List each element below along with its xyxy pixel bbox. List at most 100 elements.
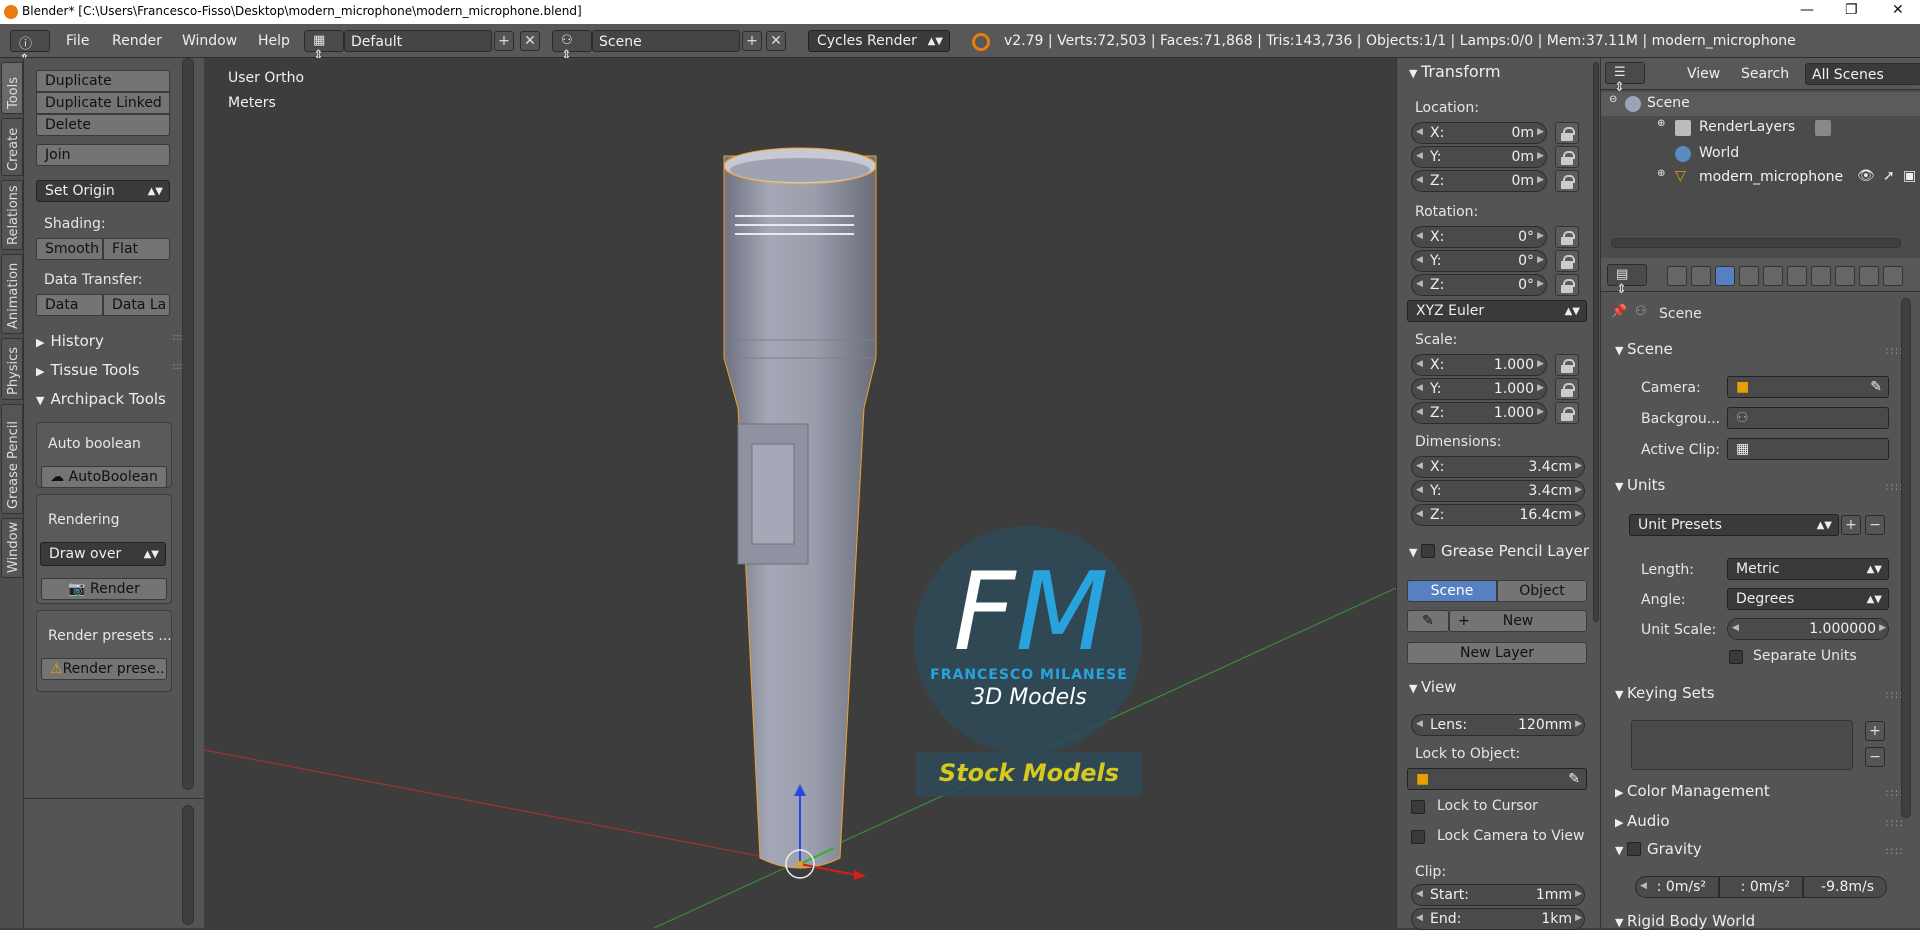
render-presets-button[interactable]: ⚠Render prese... [41, 658, 167, 680]
gp-pencil-icon[interactable]: ✎ [1407, 610, 1449, 632]
unit-scale-field[interactable]: ◀ 1.000000 ▶ [1727, 618, 1889, 640]
lock-scale-y-icon[interactable] [1555, 378, 1579, 400]
gravity-checkbox[interactable] [1626, 842, 1641, 856]
render-button[interactable]: 📷 Render [41, 578, 167, 600]
render-layers-tab-icon[interactable] [1691, 266, 1711, 286]
scale-x-field[interactable]: ◀ X: 1.000 ▶ [1411, 354, 1547, 376]
gravity-x-field[interactable]: ◀: 0m/s² [1635, 876, 1719, 898]
remove-screen-icon[interactable]: ✕ [520, 31, 540, 51]
tissue-tools-panel-header[interactable]: ▶ Tissue Tools:::: [36, 361, 186, 379]
dimensions-z-field[interactable]: ◀ Z: 16.4cm ▶ [1411, 504, 1585, 526]
gp-new-layer-button[interactable]: New Layer [1407, 642, 1587, 664]
tab-grease-pencil[interactable]: Grease Pencil [1, 404, 23, 514]
lens-field[interactable]: ◀ Lens: 120mm ▶ [1411, 714, 1585, 736]
tab-window[interactable]: Window [1, 518, 23, 578]
gp-object-button[interactable]: Object [1497, 580, 1587, 602]
lock-rotation-y-icon[interactable] [1555, 250, 1579, 272]
lock-location-x-icon[interactable] [1555, 122, 1579, 144]
menu-window[interactable]: Window [182, 33, 237, 49]
menu-help[interactable]: Help [258, 33, 290, 49]
camera-field[interactable]: ■ ✎ [1727, 376, 1889, 398]
texture-tab-icon[interactable] [1883, 266, 1903, 286]
screen-layout-field[interactable]: Default [344, 30, 492, 52]
tab-animation[interactable]: Animation [1, 254, 23, 334]
join-button[interactable]: Join [36, 144, 170, 166]
outliner-item-world[interactable]: World [1601, 142, 1920, 166]
close-window-button[interactable]: ✕ [1892, 2, 1904, 18]
angle-dropdown[interactable]: Degrees ▲▼ [1727, 588, 1889, 610]
clip-start-field[interactable]: ◀ Start: 1mm ▶ [1411, 884, 1585, 906]
remove-scene-icon[interactable]: ✕ [766, 31, 786, 51]
maximize-button[interactable]: ❐ [1845, 2, 1858, 18]
lock-to-object-field[interactable]: ■ ✎ [1407, 768, 1587, 790]
menu-render[interactable]: Render [112, 33, 162, 49]
remove-unit-preset-icon[interactable]: − [1865, 515, 1885, 535]
material-tab-icon[interactable] [1859, 266, 1879, 286]
clip-end-field[interactable]: ◀ End: 1km ▶ [1411, 908, 1585, 930]
outliner-menu-view[interactable]: View [1687, 66, 1720, 82]
active-clip-field[interactable]: ▦ [1727, 438, 1889, 460]
lock-rotation-z-icon[interactable] [1555, 274, 1579, 296]
rotation-mode-dropdown[interactable]: XYZ Euler ▲▼ [1407, 300, 1587, 322]
outliner-menu-search[interactable]: Search [1741, 66, 1789, 82]
grease-pencil-layer-header[interactable]: ▼ Grease Pencil Layer [1409, 542, 1599, 560]
outliner-editor-type-icon[interactable]: ☰ ⇕ [1605, 62, 1645, 95]
modifiers-tab-icon[interactable] [1811, 266, 1831, 286]
remove-keying-set-icon[interactable]: − [1865, 747, 1885, 767]
dimensions-x-field[interactable]: ◀ X: 3.4cm ▶ [1411, 456, 1585, 478]
lock-camera-checkbox[interactable] [1411, 830, 1425, 844]
length-dropdown[interactable]: Metric ▲▼ [1727, 558, 1889, 580]
lock-location-y-icon[interactable] [1555, 146, 1579, 168]
render-engine-dropdown[interactable]: Cycles Render ▲▼ [808, 30, 950, 52]
eyedropper-icon[interactable]: ✎ [1568, 771, 1580, 787]
draw-over-dropdown[interactable]: Draw over ▲▼ [40, 542, 166, 566]
visibility-eye-icon[interactable]: 👁 [1857, 168, 1875, 184]
rigid-body-world-panel-header[interactable]: ▼ Rigid Body World [1615, 912, 1755, 930]
scale-y-field[interactable]: ◀ Y: 1.000 ▶ [1411, 378, 1547, 400]
view-panel-header[interactable]: ▼ View [1409, 678, 1457, 696]
lock-scale-x-icon[interactable] [1555, 354, 1579, 376]
location-z-field[interactable]: ◀ Z: 0m ▶ [1411, 170, 1547, 192]
tab-relations[interactable]: Relations [1, 180, 23, 250]
selectability-cursor-icon[interactable]: ➚ [1883, 168, 1895, 184]
add-keying-set-icon[interactable]: + [1865, 721, 1885, 741]
transform-panel-header[interactable]: ▼ Transform [1409, 62, 1501, 81]
lock-rotation-x-icon[interactable] [1555, 226, 1579, 248]
add-screen-icon[interactable]: + [494, 31, 514, 51]
operator-panel-scrollbar[interactable] [182, 805, 194, 925]
grease-pencil-layer-checkbox[interactable] [1420, 544, 1435, 558]
rotation-z-field[interactable]: ◀ Z: 0° ▶ [1411, 274, 1547, 296]
keying-sets-panel-header[interactable]: ▼ Keying Sets [1615, 684, 1715, 702]
menu-file[interactable]: File [66, 33, 89, 49]
scale-z-field[interactable]: ◀ Z: 1.000 ▶ [1411, 402, 1547, 424]
gp-scene-button[interactable]: Scene [1407, 580, 1497, 602]
lock-scale-z-icon[interactable] [1555, 402, 1579, 424]
screen-layout-icon[interactable]: ▦ ⇕ [304, 30, 344, 63]
display-mode-dropdown[interactable]: All Scenes [1805, 63, 1920, 85]
tab-create[interactable]: Create [1, 118, 23, 176]
delete-button[interactable]: Delete [36, 114, 170, 136]
outliner-h-scrollbar[interactable] [1611, 238, 1901, 248]
3d-viewport[interactable]: User Ortho Meters FM FRANCESCO MILANESE … [204, 58, 1396, 928]
gravity-panel-header[interactable]: ▼ Gravity [1615, 840, 1702, 858]
units-panel-header[interactable]: ▼ Units [1615, 476, 1665, 494]
duplicate-button[interactable]: Duplicate [36, 70, 170, 92]
editor-type-info-icon[interactable]: ⓘ ⇕ [10, 30, 50, 67]
color-management-panel-header[interactable]: ▶ Color Management [1615, 782, 1770, 800]
data-tab-icon[interactable] [1835, 266, 1855, 286]
render-tab-icon[interactable] [1667, 266, 1687, 286]
properties-editor-type-icon[interactable]: ▤ ⇕ [1607, 264, 1647, 297]
tab-tools[interactable]: Tools [1, 62, 23, 114]
scene-panel-header[interactable]: ▼ Scene [1615, 340, 1673, 358]
location-x-field[interactable]: ◀ X: 0m ▶ [1411, 122, 1547, 144]
pin-icon[interactable]: 📌 [1611, 304, 1627, 319]
background-scene-field[interactable]: ⚇ [1727, 407, 1889, 429]
history-panel-header[interactable]: ▶ History:::: [36, 332, 186, 350]
outliner-item-renderlayers[interactable]: ⊕ RenderLayers [1601, 116, 1920, 140]
keying-sets-list[interactable] [1631, 720, 1853, 770]
object-tab-icon[interactable] [1763, 266, 1783, 286]
scene-selector-icon[interactable]: ⚇ ⇕ [552, 30, 592, 63]
data-transfer-button[interactable]: Data [36, 294, 103, 316]
outliner-item-scene[interactable]: ⊖ Scene [1601, 92, 1920, 116]
constraints-tab-icon[interactable] [1787, 266, 1807, 286]
